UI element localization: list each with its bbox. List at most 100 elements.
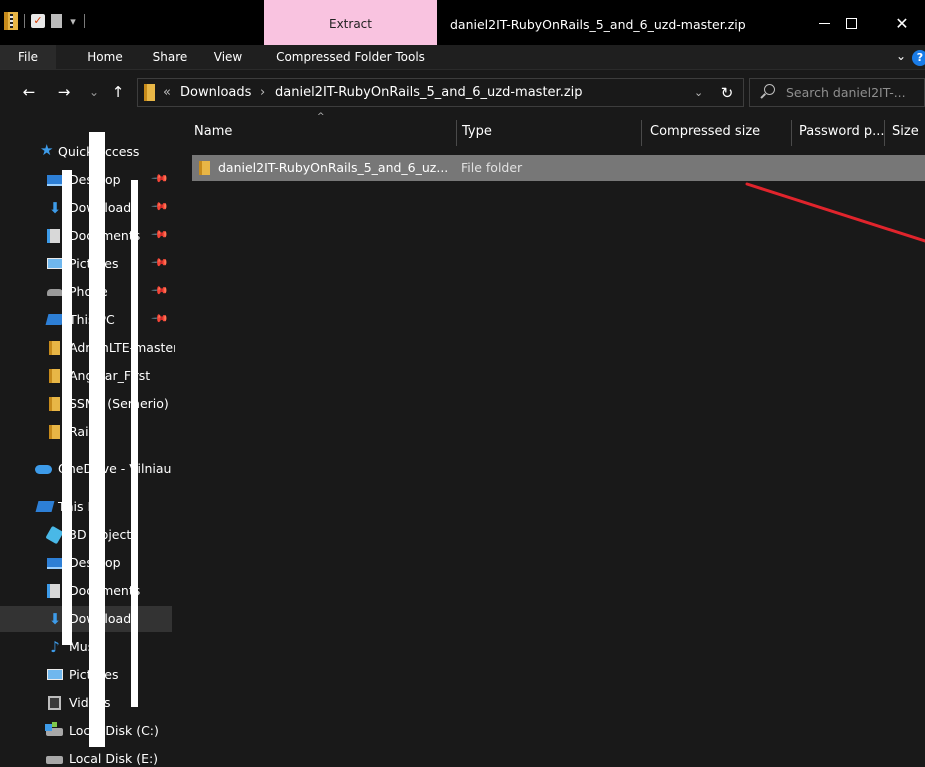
toolbar-separator [24,14,25,28]
nav-item-downloads[interactable]: ⬇ Downloads 📌 [0,195,172,221]
properties-check-icon[interactable]: ✓ [31,14,45,28]
folder-icon [49,341,60,355]
phone-icon [47,289,63,296]
back-button[interactable]: ← [19,81,39,103]
redaction-mark [131,180,138,707]
breadcrumb-downloads[interactable]: Downloads [180,85,251,100]
nav-item-pc-desktop[interactable]: Desktop [0,550,172,576]
red-annotation-line [745,182,925,243]
new-folder-icon[interactable] [51,14,62,28]
red-annotation-stroke [745,182,925,243]
music-icon: ♪ [50,638,60,656]
nav-item-local-disk-e[interactable]: Local Disk (E:) [0,746,172,767]
navigation-pane: ★ Quick access Desktop 📌 ⬇ Downloads 📌 D… [0,114,175,767]
nav-item-3d-objects[interactable]: 3D Objects [0,522,172,548]
extract-context-label: Extract [329,17,372,31]
nav-item-this-pc-pinned[interactable]: This PC 📌 [0,307,172,333]
nav-item-desktop[interactable]: Desktop 📌 [0,167,172,193]
search-placeholder: Search daniel2IT-... [786,85,906,100]
pin-icon[interactable]: 📌 [150,281,169,300]
desktop-icon [47,175,63,186]
tab-compressed-folder-tools[interactable]: Compressed Folder Tools [264,45,437,69]
nav-item-pc-pictures[interactable]: Pictures [0,662,172,688]
title-bar: ✓ ▾ Extract daniel2IT-RubyOnRails_5_and_… [0,0,925,45]
search-box[interactable]: Search daniel2IT-... [749,78,925,107]
nav-item-this-pc[interactable]: This PC [0,494,172,520]
expand-ribbon-chevron-icon[interactable]: ⌄ [896,49,906,63]
window-title: daniel2IT-RubyOnRails_5_and_6_uzd-master… [450,17,746,32]
nav-item-quick-access[interactable]: ★ Quick access [0,139,172,165]
nav-item-pictures[interactable]: Pictures 📌 [0,251,172,277]
downloads-icon: ⬇ [48,199,62,217]
redaction-mark [62,170,72,645]
zip-folder-icon [4,12,18,30]
nav-item-ssmt-semerio[interactable]: SSMT (Semerio) [0,391,172,417]
quick-access-toolbar: ✓ ▾ [4,10,85,32]
onedrive-cloud-icon [35,465,52,474]
breadcrumb-separator[interactable]: › [260,85,265,100]
folder-icon [49,369,60,383]
local-disk-c-icon [45,722,63,736]
nav-item-adminlte-master[interactable]: AdminLTE-master [0,335,175,361]
nav-item-label: Local Disk (C:) [69,723,159,738]
breadcrumb-overflow[interactable]: « [163,85,171,100]
tab-view[interactable]: View [206,45,250,69]
address-toolbar: ← → ⌄ ↑ « Downloads › daniel2IT-RubyOnRa… [0,70,925,114]
nav-item-label: SSMT (Semerio) [69,396,169,411]
file-list: Name ^ Type Compressed size Password p..… [175,112,925,767]
videos-icon [48,696,61,710]
pin-icon[interactable]: 📌 [150,169,169,188]
documents-icon [47,229,60,243]
zip-folder-icon [144,84,155,101]
customize-toolbar-chevron-icon[interactable]: ▾ [68,15,78,28]
toolbar-separator [84,14,85,28]
extract-context-tab[interactable]: Extract [264,0,437,45]
address-bar[interactable]: « Downloads › daniel2IT-RubyOnRails_5_an… [137,78,744,107]
close-button[interactable]: ✕ [879,8,925,38]
tab-share[interactable]: Share [145,45,195,69]
nav-item-local-disk-c[interactable]: Local Disk (C:) [0,718,172,744]
nav-item-label: Local Disk (E:) [69,751,159,766]
nav-item-videos[interactable]: Videos [0,690,172,716]
recent-locations-chevron-icon[interactable]: ⌄ [84,81,104,103]
tab-file[interactable]: File [0,45,56,69]
3d-objects-icon [45,525,64,545]
maximize-button[interactable] [828,8,874,38]
pin-icon[interactable]: 📌 [150,225,169,244]
desktop-icon [47,558,63,569]
close-icon: ✕ [895,13,909,33]
redaction-mark [89,132,105,747]
nav-item-pc-documents[interactable]: Documents [0,578,172,604]
pc-icon [35,501,55,512]
nav-item-rails[interactable]: Rails [0,419,172,445]
nav-item-music[interactable]: ♪ Music [0,634,172,660]
maximize-icon [845,17,857,29]
folder-icon [49,425,60,439]
downloads-icon: ⬇ [48,610,62,628]
nav-item-label: OneDrive - Vilniau [58,461,172,476]
pin-icon[interactable]: 📌 [150,197,169,216]
up-button[interactable]: ↑ [108,81,128,103]
pin-icon[interactable]: 📌 [150,253,169,272]
nav-item-pc-downloads[interactable]: ⬇ Downloads [0,606,172,632]
nav-item-angular-first[interactable]: Angular_First [0,363,172,389]
forward-button[interactable]: → [54,81,74,103]
ribbon-tab-bar: File Home Share View Compressed Folder T… [0,45,925,70]
tab-home[interactable]: Home [70,45,140,69]
pin-icon[interactable]: 📌 [150,309,169,328]
documents-icon [47,584,60,598]
local-disk-e-icon [46,756,63,764]
search-icon [764,84,775,95]
nav-item-onedrive[interactable]: OneDrive - Vilniau [0,456,172,482]
pictures-icon [47,669,63,680]
folder-icon [49,397,60,411]
nav-item-phone[interactable]: Phone 📌 [0,279,172,305]
star-icon: ★ [40,141,54,159]
help-icon[interactable]: ? [912,50,925,66]
breadcrumb-zip-file[interactable]: daniel2IT-RubyOnRails_5_and_6_uzd-master… [275,85,583,100]
address-history-chevron-icon[interactable]: ⌄ [694,86,703,99]
nav-item-label: AdminLTE-master [69,340,175,355]
refresh-icon[interactable]: ↻ [716,82,738,104]
nav-item-documents[interactable]: Documents 📌 [0,223,172,249]
pictures-icon [47,258,63,269]
